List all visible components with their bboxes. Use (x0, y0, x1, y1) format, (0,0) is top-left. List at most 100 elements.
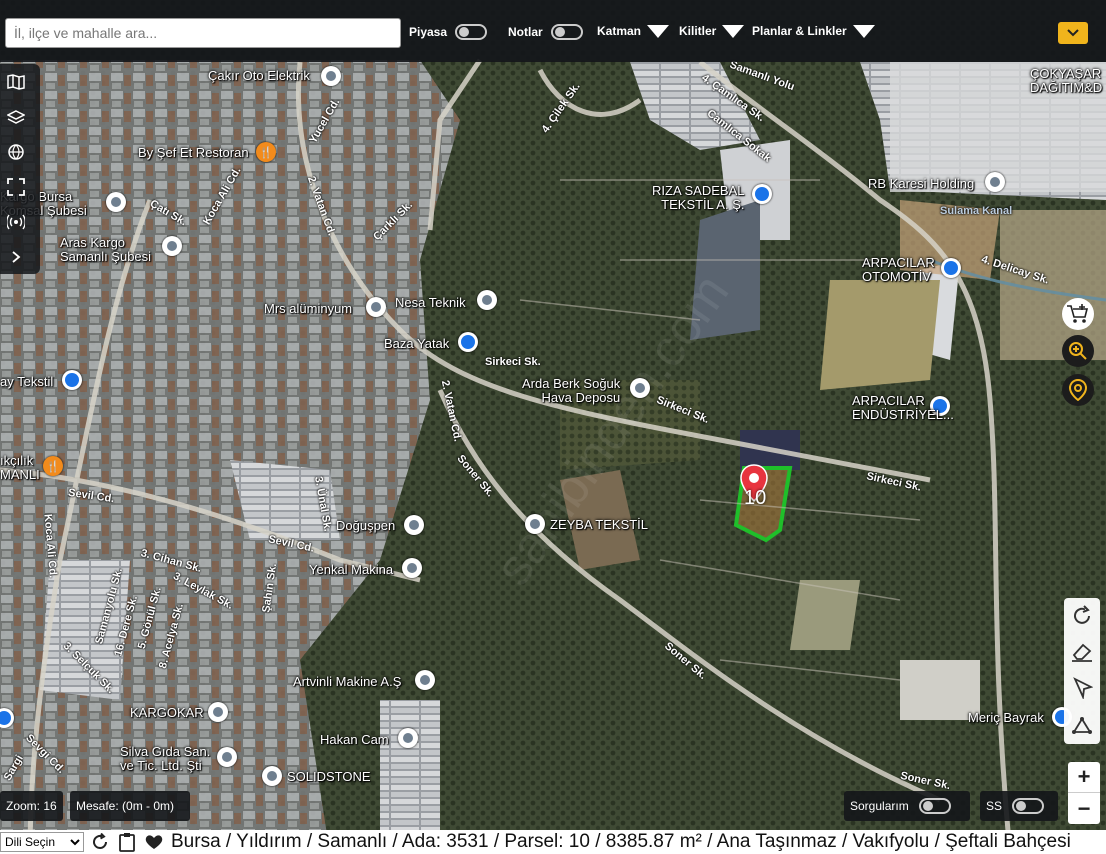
zoom-search-icon (1069, 342, 1087, 360)
toggle-label: SS (986, 799, 1003, 813)
toggle-switch[interactable] (1012, 798, 1045, 814)
place-marker[interactable] (262, 766, 282, 786)
toggle-label: Sorgularım (850, 799, 909, 813)
search-input[interactable] (5, 18, 401, 48)
dropdown-label: Kilitler (679, 24, 717, 38)
place-marker[interactable] (162, 236, 182, 256)
location-pin-icon (1069, 379, 1087, 401)
toggle-label: Notlar (508, 25, 543, 39)
place-label: ARPACILAR OTOMOTİV (862, 255, 935, 284)
expand-panel-button[interactable] (0, 241, 32, 273)
place-label: Baza Yatak (384, 336, 450, 351)
fullscreen-icon (7, 178, 25, 196)
toggle-label: Piyasa (409, 25, 448, 39)
place-label: Yenkal Makina (309, 562, 394, 577)
add-cart-button[interactable] (1062, 298, 1094, 330)
toggle-switch[interactable] (918, 798, 951, 814)
place-label: ZEYBA TEKSTİL (550, 517, 649, 532)
ss-toggle[interactable]: SS (980, 791, 1058, 821)
clipboard-icon (119, 833, 135, 852)
place-marker[interactable] (402, 558, 422, 578)
refresh-button[interactable] (89, 832, 111, 852)
rotate-icon (1074, 605, 1090, 624)
pointer-icon (1073, 677, 1093, 699)
place-label: Nesa Teknik (395, 295, 466, 310)
measure-button[interactable] (1064, 706, 1100, 742)
place-label: RB Karesi Holding (868, 176, 975, 191)
map-book-icon (7, 74, 25, 90)
notlar-toggle[interactable]: Notlar (508, 24, 583, 40)
rotate-button[interactable] (1064, 598, 1100, 634)
zoom-level: Zoom: 16 (0, 791, 63, 821)
place-marker[interactable] (415, 670, 435, 690)
place-label: Doğuşpen (336, 518, 396, 533)
pointer-button[interactable] (1064, 670, 1100, 706)
left-toolbar (0, 64, 40, 274)
place-label: Aras Kargo Samanlı Şubesi (60, 235, 152, 264)
layers-button[interactable] (0, 101, 32, 133)
place-label: KARGOKAR (130, 705, 204, 720)
top-toolbar: Piyasa Notlar Katman Kilitler Planlar & … (0, 0, 1106, 62)
restaurant-marker[interactable]: 🍴 (256, 142, 276, 162)
katman-dropdown[interactable]: Katman (597, 24, 670, 38)
place-label: ay Tekstil (0, 374, 54, 389)
place-marker[interactable] (208, 702, 228, 722)
zoom-in-button[interactable]: + (1068, 762, 1100, 793)
measure-icon (1072, 717, 1092, 734)
place-label: By Şef Et Restoran (138, 145, 249, 160)
satellite-map[interactable]: sahibinden.com 4. Çamlıca Sk. Camlıca So… (0, 0, 1106, 854)
shop-marker[interactable] (941, 258, 961, 278)
place-label: Artvinli Makine A.Ş (293, 674, 402, 689)
map-book-button[interactable] (0, 66, 32, 98)
expand-menu-button[interactable] (1058, 22, 1088, 44)
place-marker[interactable] (404, 515, 424, 535)
place-label: Arda Berk Soğuk Hava Deposu (522, 376, 621, 405)
place-label: Mrs alüminyum (264, 301, 353, 316)
broadcast-icon (7, 214, 25, 230)
eraser-icon (1072, 643, 1092, 662)
zoom-controls: + − (1068, 762, 1100, 824)
chevron-down-icon (722, 24, 745, 38)
layers-icon (7, 110, 25, 124)
planlar-dropdown[interactable]: Planlar & Linkler (752, 24, 875, 38)
place-marker[interactable] (321, 66, 341, 86)
street-label: Sirkeci Sk. (485, 356, 541, 368)
place-label: SOLIDSTONE (287, 769, 371, 784)
edit-toolbar (1064, 598, 1100, 744)
zoom-search-button[interactable] (1062, 335, 1094, 367)
place-label: ARPACILAR ENDÜSTRİYEL... (852, 393, 954, 422)
piyasa-toggle[interactable]: Piyasa (409, 24, 488, 40)
zoom-out-button[interactable]: − (1068, 793, 1100, 824)
parcel-breadcrumb: Bursa / Yıldırım / Samanlı / Ada: 3531 /… (171, 831, 1071, 852)
chevron-right-icon (12, 251, 21, 263)
place-marker[interactable] (398, 728, 418, 748)
place-marker[interactable] (630, 378, 650, 398)
restaurant-marker[interactable]: 🍴 (43, 456, 63, 476)
toggle-switch[interactable] (550, 24, 583, 40)
language-select[interactable]: Dili Seçin (0, 832, 84, 852)
favorite-button[interactable] (143, 832, 165, 852)
location-button[interactable] (1062, 374, 1094, 406)
place-marker[interactable] (366, 297, 386, 317)
chevron-down-icon (852, 24, 875, 38)
globe-button[interactable] (0, 136, 32, 168)
place-marker[interactable] (106, 192, 126, 212)
fullscreen-button[interactable] (0, 171, 32, 203)
shop-marker[interactable] (752, 184, 772, 204)
clipboard-button[interactable] (116, 832, 138, 852)
place-marker[interactable] (985, 172, 1005, 192)
place-marker[interactable] (217, 747, 237, 767)
broadcast-button[interactable] (0, 206, 32, 238)
place-marker[interactable] (477, 290, 497, 310)
place-marker[interactable] (525, 514, 545, 534)
queries-toggle[interactable]: Sorgularım (844, 791, 970, 821)
toggle-switch[interactable] (455, 24, 488, 40)
place-label: Silva Gıda San. ve Tic. Ltd. Şti (120, 744, 211, 773)
shop-marker[interactable] (458, 332, 478, 352)
eraser-button[interactable] (1064, 634, 1100, 670)
place-label: RIZA SADEBAL TEKSTİL A. Ş. (652, 183, 745, 212)
chevron-down-icon (1067, 29, 1079, 37)
kilitler-dropdown[interactable]: Kilitler (679, 24, 745, 38)
place-label: Hakan Cam (320, 732, 389, 747)
shop-marker[interactable] (62, 370, 82, 390)
